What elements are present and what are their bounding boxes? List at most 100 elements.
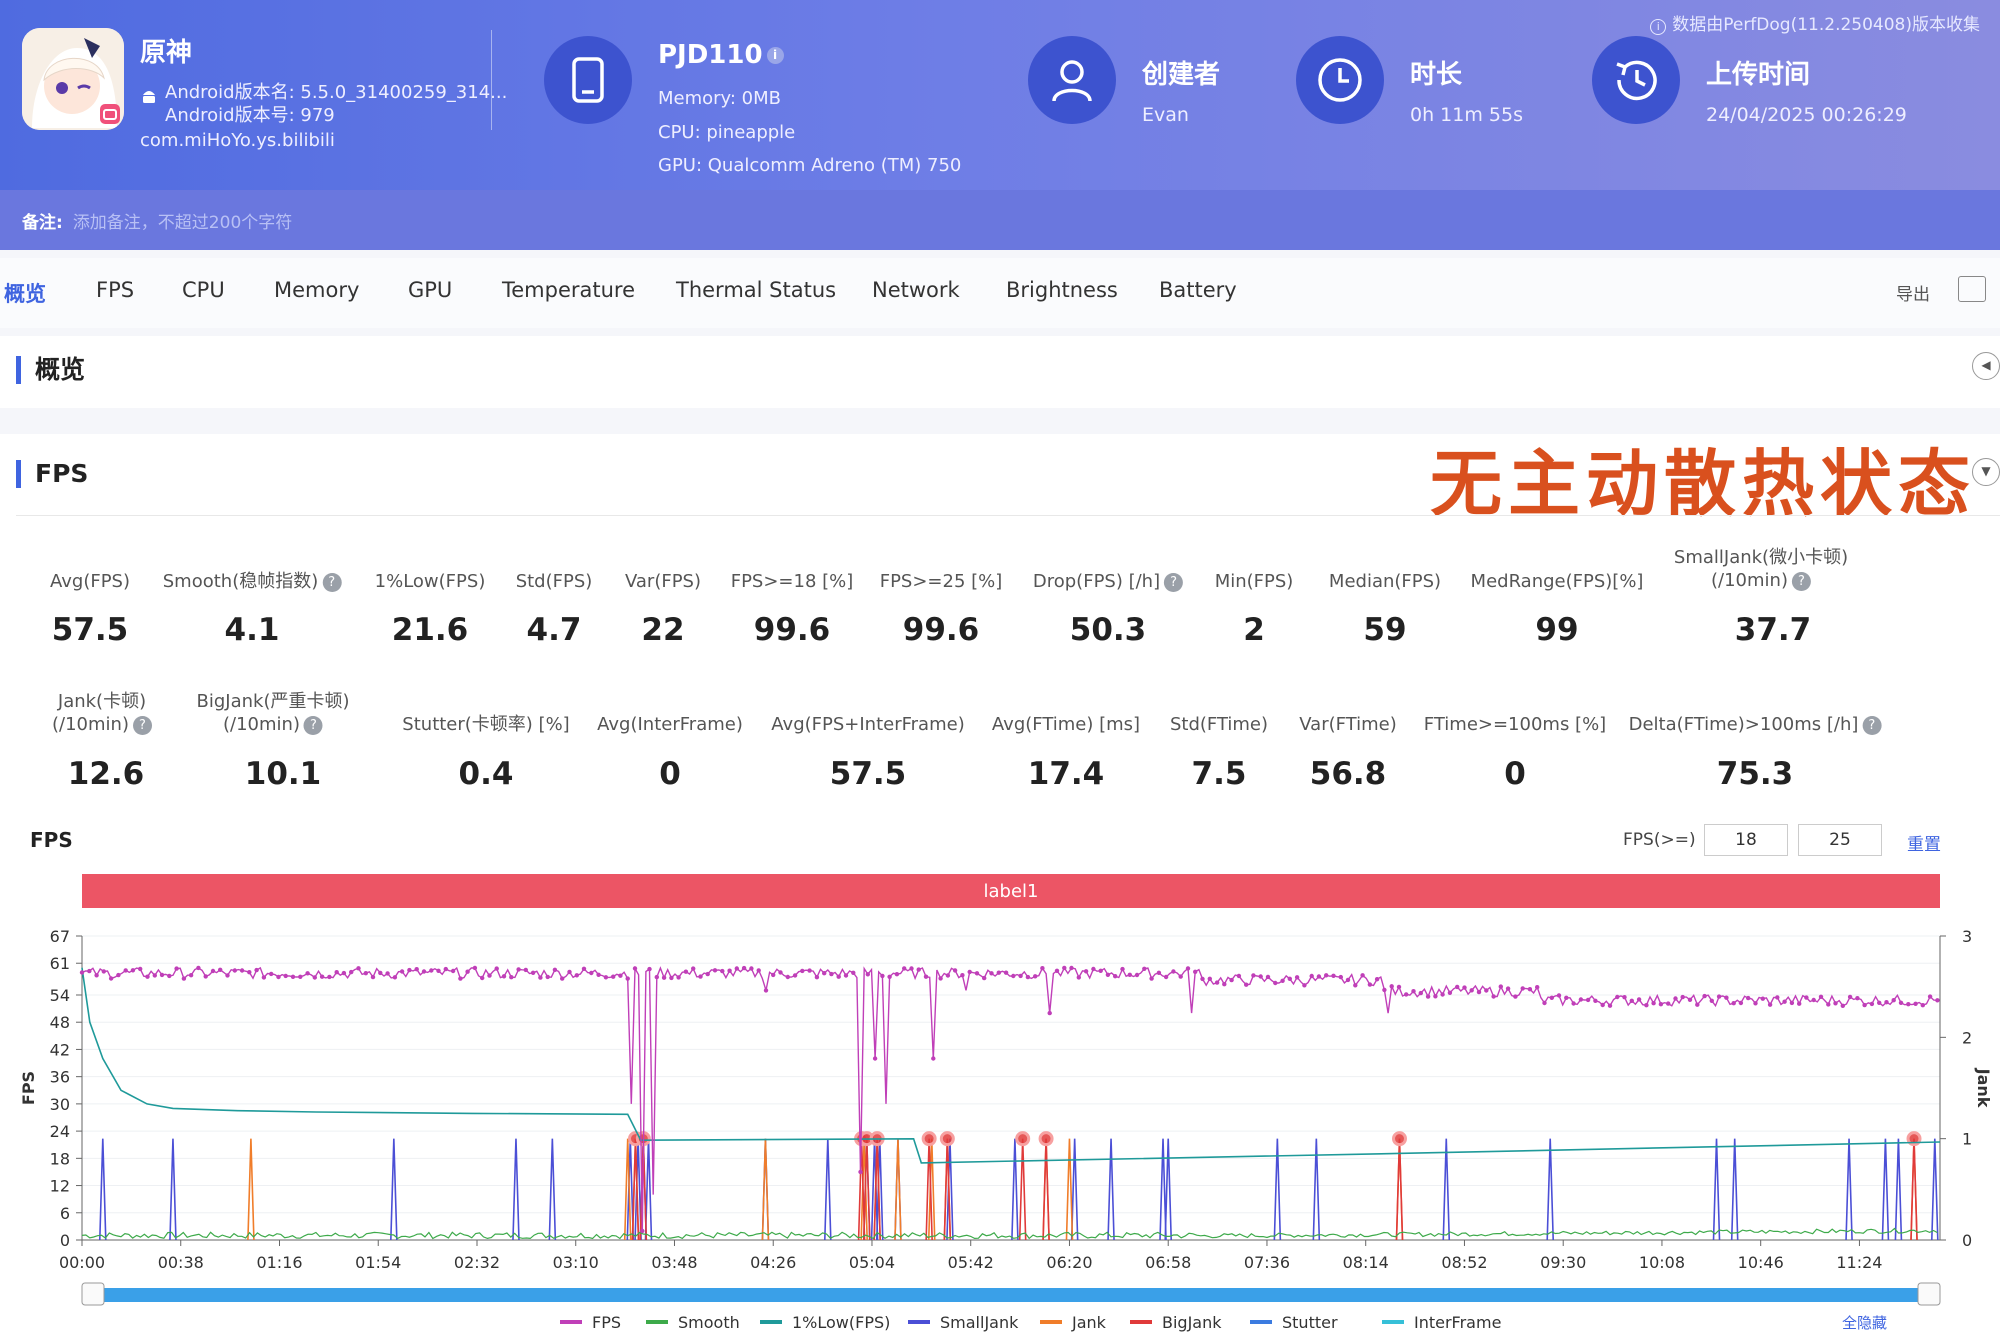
tab-network[interactable]: Network <box>872 278 960 302</box>
chart-title: FPS <box>30 828 73 852</box>
help-icon[interactable]: ? <box>1862 715 1882 735</box>
big-jank-spike <box>1042 1138 1050 1241</box>
fps-point <box>203 974 208 979</box>
metric-label: Avg(FTime) [ms] <box>991 714 1141 735</box>
export-button[interactable]: 导出 <box>1896 280 1930 305</box>
fps-point <box>1629 998 1635 1003</box>
fps-point <box>1287 976 1293 981</box>
smooth-line <box>81 1227 1938 1240</box>
fps-point <box>1062 965 1067 971</box>
x-tick-label: 04:26 <box>750 1253 796 1272</box>
fps-point <box>101 969 107 974</box>
fps-point <box>756 968 761 973</box>
legend-item[interactable]: InterFrame <box>1414 1313 1501 1332</box>
fps-point <box>1185 966 1191 971</box>
fps-point <box>1193 969 1198 974</box>
remark-input[interactable]: 添加备注，不超过200个字符 <box>73 213 292 233</box>
legend-item[interactable]: SmallJank <box>940 1313 1019 1332</box>
jank-spike <box>1065 1138 1074 1241</box>
zoom-slider-handle-right[interactable] <box>1917 1282 1941 1306</box>
fps-point <box>894 972 900 977</box>
zoom-slider-track[interactable] <box>82 1288 1940 1302</box>
fps-point <box>1425 994 1431 999</box>
fps-point <box>501 974 507 979</box>
threshold-input-2[interactable] <box>1798 824 1882 856</box>
tab-battery[interactable]: Battery <box>1159 278 1237 302</box>
hide-all-button[interactable]: 全隐藏 <box>1842 1312 1887 1333</box>
info-icon: i <box>1650 19 1667 35</box>
y-tick-label: 30 <box>50 1095 70 1114</box>
fps-point <box>989 971 994 976</box>
overview-collapse-button[interactable]: ◀ <box>1972 352 2000 380</box>
creator-value: Evan <box>1142 104 1189 126</box>
tab-fps[interactable]: FPS <box>96 278 134 302</box>
help-icon[interactable]: ? <box>132 715 152 735</box>
fps-point <box>1847 994 1853 1000</box>
fps-point <box>1469 988 1474 993</box>
y-axis-left-label: FPS <box>19 1071 38 1105</box>
fps-point <box>298 974 303 979</box>
fps-point <box>1120 966 1125 972</box>
fps-point <box>276 974 281 980</box>
fps-point <box>1236 973 1242 979</box>
fps-point <box>1091 966 1096 972</box>
device-model: PJD110 i <box>658 40 784 70</box>
fps-point <box>1222 982 1227 987</box>
y-tick-label: 36 <box>50 1068 70 1087</box>
help-icon[interactable]: ? <box>303 715 323 735</box>
help-icon[interactable]: ? <box>1164 572 1184 592</box>
x-tick-label: 10:46 <box>1738 1253 1784 1272</box>
fps-point <box>1760 996 1766 1001</box>
metric-label: Drop(FPS) [/h]? <box>1033 570 1184 593</box>
fps-point <box>1869 1001 1875 1007</box>
tab-memory[interactable]: Memory <box>274 278 359 302</box>
x-tick-label: 06:58 <box>1145 1253 1191 1272</box>
legend-item[interactable]: Stutter <box>1282 1313 1338 1332</box>
fps-point <box>1585 997 1591 1003</box>
fps-point <box>1455 984 1460 990</box>
legend-item[interactable]: BigJank <box>1162 1313 1222 1332</box>
fps-point <box>450 968 456 974</box>
device-info-icon[interactable]: i <box>766 47 784 64</box>
metric-value: 99.6 <box>902 612 980 648</box>
tab-cpu[interactable]: CPU <box>182 278 225 302</box>
fps-collapse-button[interactable]: ▼ <box>1972 458 2000 486</box>
fps-point <box>210 968 216 974</box>
fps-point <box>1906 1002 1911 1007</box>
legend-item[interactable]: Jank <box>1071 1313 1107 1332</box>
legend-item[interactable]: FPS <box>592 1313 621 1332</box>
zoom-slider-handle-left[interactable] <box>81 1282 105 1306</box>
fps-point <box>218 967 223 972</box>
fps-point <box>923 974 929 979</box>
fps-point <box>1709 998 1715 1003</box>
small-jank-spike <box>1273 1138 1282 1241</box>
fps-point <box>1440 992 1445 997</box>
tab-gpu[interactable]: GPU <box>408 278 452 302</box>
fps-point <box>94 973 99 978</box>
threshold-input-1[interactable] <box>1704 824 1788 856</box>
fps-point <box>1833 1001 1838 1006</box>
fps-point <box>480 975 485 981</box>
reset-button[interactable]: 重置 <box>1907 830 1941 855</box>
fps-point <box>683 969 689 974</box>
tab-temperature[interactable]: Temperature <box>502 278 635 302</box>
fps-chart: label1 0612182430364248546167FPS0123Jank… <box>19 874 1993 1332</box>
fps-point <box>1156 970 1162 975</box>
android-version-code: Android版本号: 979 <box>165 105 335 126</box>
legend-item[interactable]: 1%Low(FPS) <box>792 1313 890 1332</box>
fps-point <box>1113 974 1118 979</box>
legend-item[interactable]: Smooth <box>678 1313 740 1332</box>
fps-point <box>167 973 172 979</box>
fps-point <box>1622 995 1627 1000</box>
tab-thermal-status[interactable]: Thermal Status <box>676 278 836 302</box>
fps-point <box>414 967 419 972</box>
fps-point <box>312 975 317 980</box>
tab-brightness[interactable]: Brightness <box>1006 278 1118 302</box>
clock-icon <box>1318 58 1362 102</box>
fps-point <box>356 966 361 971</box>
tab-overview[interactable]: 概览 <box>4 278 46 308</box>
help-icon[interactable]: ? <box>1791 571 1811 591</box>
x-tick-label: 11:24 <box>1836 1253 1882 1272</box>
help-icon[interactable]: ? <box>322 572 342 592</box>
export-icon[interactable] <box>1958 276 1986 302</box>
